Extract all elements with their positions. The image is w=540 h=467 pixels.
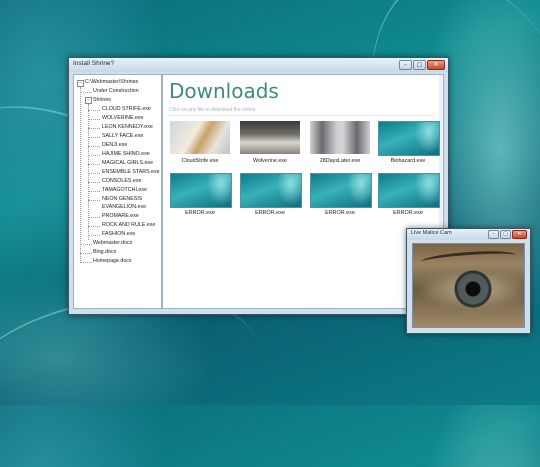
file-thumbnail[interactable] bbox=[310, 173, 372, 208]
divider bbox=[169, 115, 435, 116]
tree-connector bbox=[80, 253, 92, 254]
collapse-icon[interactable]: − bbox=[77, 80, 84, 87]
file-thumbnail[interactable] bbox=[170, 173, 232, 208]
tree-connector bbox=[88, 173, 100, 174]
tree-item[interactable]: Under Construction bbox=[93, 88, 139, 94]
tree-connector bbox=[88, 164, 100, 165]
file-label[interactable]: CloudStrife.exe bbox=[165, 158, 235, 164]
tree-connector bbox=[88, 200, 100, 201]
collapse-icon[interactable]: − bbox=[85, 97, 92, 104]
tree-item[interactable]: FASHION.exe bbox=[102, 231, 135, 237]
tree-item[interactable]: SALLY FACE.exe bbox=[102, 133, 143, 139]
maximize-button[interactable]: □ bbox=[413, 60, 426, 70]
tree-item-continued[interactable]: EVANGELION.exe bbox=[102, 204, 146, 210]
tree-connector bbox=[88, 191, 100, 192]
file-label[interactable]: ERROR.exe bbox=[305, 210, 375, 216]
maximize-button[interactable]: □ bbox=[500, 230, 511, 239]
tree-connector bbox=[88, 235, 100, 236]
tree-root[interactable]: C:\Webmaster\Shrines bbox=[85, 79, 138, 85]
tree-connector bbox=[88, 217, 100, 218]
tree-item[interactable]: TAMAGOTCHI.exe bbox=[102, 187, 147, 193]
close-button[interactable]: ✕ bbox=[512, 230, 527, 239]
title-bar[interactable]: Live Malice Cam – □ ✕ bbox=[407, 229, 530, 240]
folder-tree: − C:\Webmaster\Shrines Under Constructio… bbox=[73, 74, 162, 309]
tree-item[interactable]: WOLVERINE.exe bbox=[102, 115, 143, 121]
tree-item[interactable]: Blog.docx bbox=[93, 249, 116, 255]
tree-connector bbox=[88, 137, 100, 138]
downloads-pane: Downloads Click on any file to download … bbox=[162, 74, 444, 309]
tree-connector bbox=[80, 262, 92, 263]
file-label[interactable]: ERROR.exe bbox=[165, 210, 235, 216]
tree-connector bbox=[88, 104, 89, 240]
file-thumbnail[interactable] bbox=[310, 121, 370, 154]
window-title: Install Shrine? bbox=[73, 60, 115, 67]
page-title: Downloads bbox=[169, 79, 279, 103]
minimize-button[interactable]: – bbox=[399, 60, 412, 70]
tree-item[interactable]: CONSOLES.exe bbox=[102, 178, 141, 184]
eyebrow-shape bbox=[420, 248, 517, 269]
install-shrine-window: Install Shrine? – □ ✕ − C:\Webmaster\Shr… bbox=[68, 57, 449, 315]
file-label[interactable]: ERROR.exe bbox=[235, 210, 305, 216]
file-thumbnail[interactable] bbox=[240, 173, 302, 208]
close-button[interactable]: ✕ bbox=[427, 60, 445, 70]
tree-connector bbox=[80, 244, 92, 245]
minimize-button[interactable]: – bbox=[488, 230, 499, 239]
file-thumbnail[interactable] bbox=[240, 121, 300, 154]
live-cam-window: Live Malice Cam – □ ✕ bbox=[406, 228, 531, 334]
file-label[interactable]: Biohazard.exe bbox=[373, 158, 443, 164]
tree-item[interactable]: ROCK AND RULE.exe bbox=[102, 222, 155, 228]
tree-item[interactable]: DENJI.exe bbox=[102, 142, 127, 148]
tree-item[interactable]: MAGICAL GIRLS.exe bbox=[102, 160, 153, 166]
tree-connector bbox=[88, 128, 100, 129]
tree-connector bbox=[80, 87, 81, 263]
tree-connector bbox=[88, 119, 100, 120]
tree-connector bbox=[88, 146, 100, 147]
tree-connector bbox=[88, 226, 100, 227]
window-title: Live Malice Cam bbox=[411, 230, 452, 236]
tree-item[interactable]: NEON GENESIS bbox=[102, 196, 142, 202]
file-thumbnail[interactable] bbox=[378, 121, 440, 156]
tree-item[interactable]: Webmaster.docx bbox=[93, 240, 132, 246]
instructions-text: Click on any file to download the shrine… bbox=[169, 107, 258, 113]
tree-item[interactable]: ENSEMBLE STARS.exe bbox=[102, 169, 160, 175]
file-label[interactable]: 28DaysLater.exe bbox=[305, 158, 375, 164]
tree-item[interactable]: Shrines bbox=[93, 97, 111, 103]
file-label[interactable]: ERROR.exe bbox=[373, 210, 443, 216]
tree-item[interactable]: PROMARE.exe bbox=[102, 213, 139, 219]
file-thumbnail[interactable] bbox=[170, 121, 230, 154]
tree-connector bbox=[88, 155, 100, 156]
tree-connector bbox=[80, 92, 92, 93]
tree-item[interactable]: HAJIME SHINO.exe bbox=[102, 151, 150, 157]
file-label[interactable]: Wolverine.exe bbox=[235, 158, 305, 164]
tree-item[interactable]: Homepage.docx bbox=[93, 258, 132, 264]
tree-connector bbox=[88, 182, 100, 183]
tree-item[interactable]: LEON KENNEDY.exe bbox=[102, 124, 153, 130]
tree-item[interactable]: CLOUD STRIFE.exe bbox=[102, 106, 151, 112]
title-bar[interactable]: Install Shrine? – □ ✕ bbox=[69, 58, 448, 72]
file-thumbnail[interactable] bbox=[378, 173, 440, 208]
tree-connector bbox=[88, 110, 100, 111]
webcam-eye-image bbox=[412, 243, 525, 328]
